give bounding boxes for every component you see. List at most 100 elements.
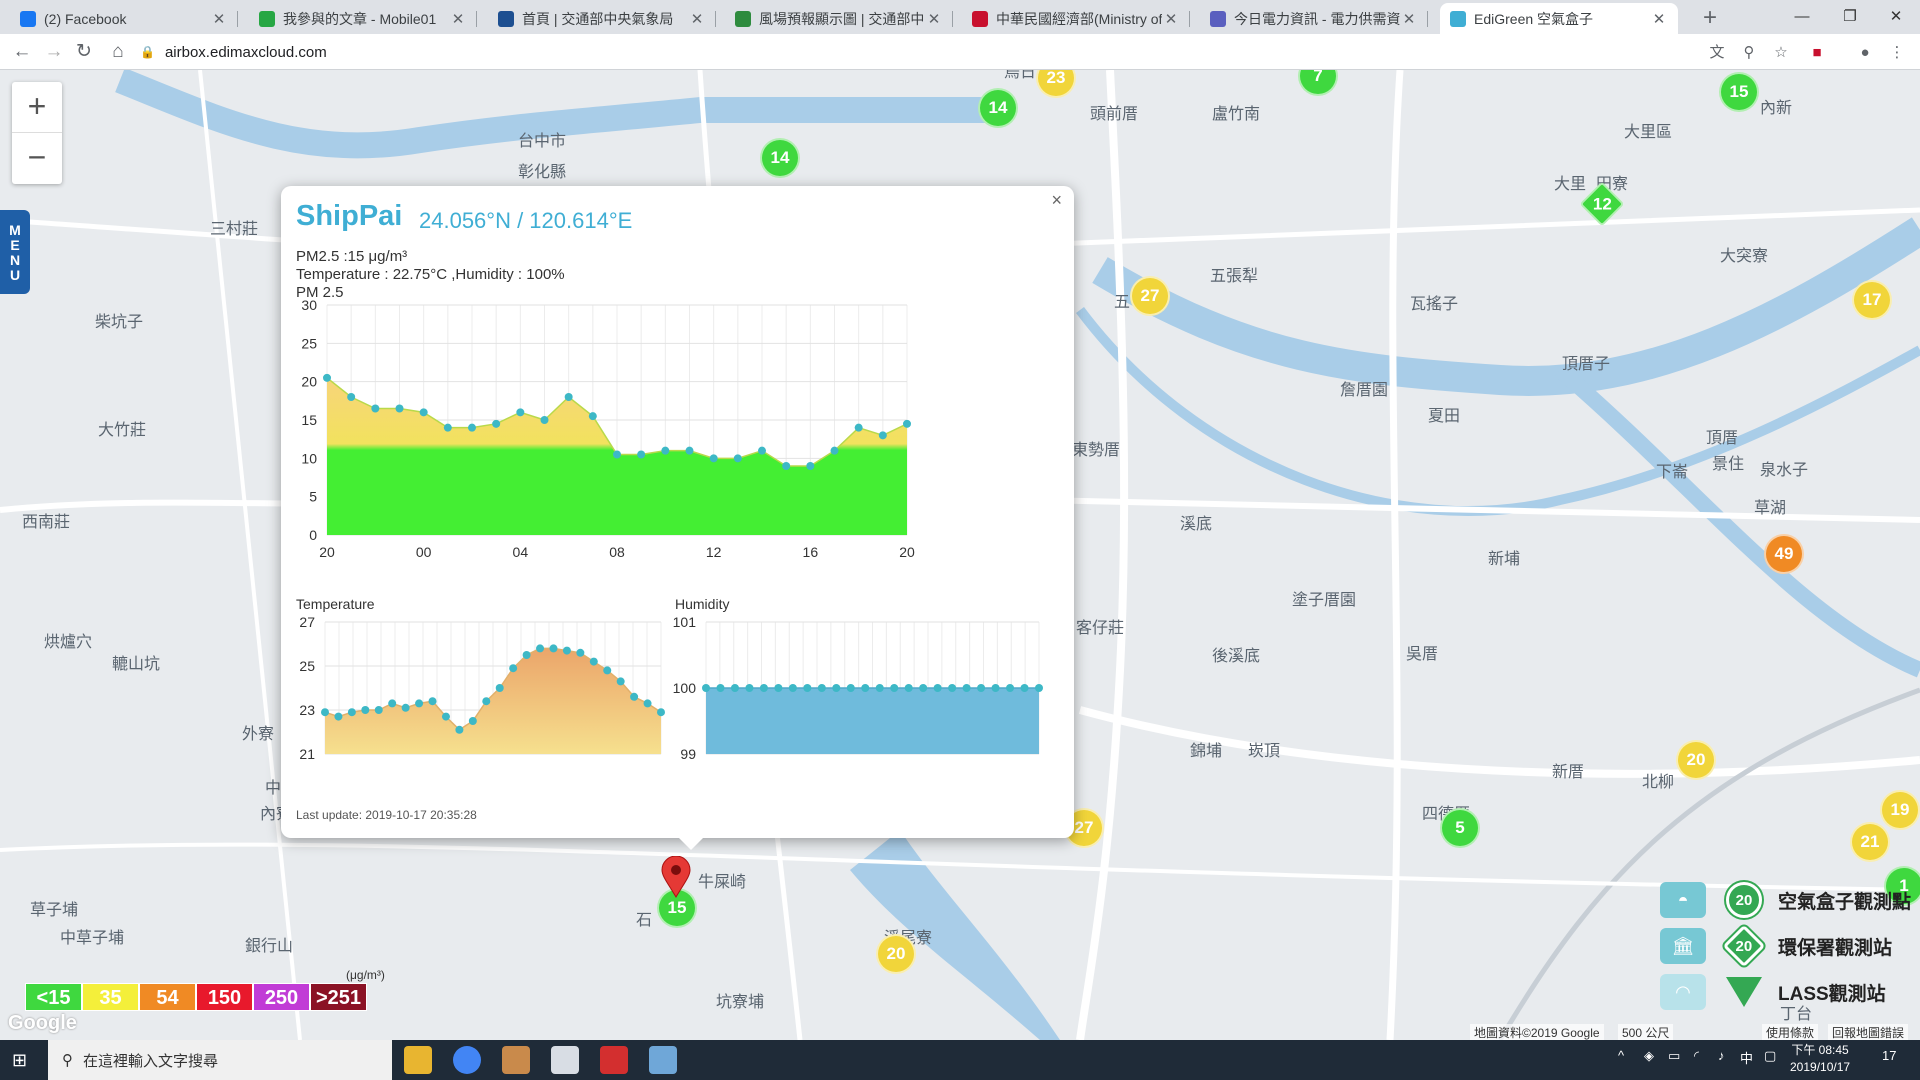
station-marker[interactable]: 17 [1852,280,1892,320]
data-point[interactable] [709,454,718,463]
data-point[interactable] [745,684,754,692]
popup-close-button[interactable]: × [1051,190,1062,211]
extension-icon[interactable]: ■ [1806,42,1828,64]
data-point[interactable] [1020,684,1029,692]
data-point[interactable] [371,404,380,413]
tab-close-icon[interactable]: ✕ [688,10,706,28]
data-point[interactable] [455,725,464,734]
browser-tab-4[interactable]: 中華民國經濟部(Ministry of Eco...✕ [962,3,1190,34]
data-point[interactable] [395,404,404,413]
chrome-icon[interactable] [453,1046,481,1074]
location-pin-icon[interactable] [661,855,691,898]
tab-close-icon[interactable]: ✕ [449,10,467,28]
data-point[interactable] [919,684,928,692]
data-point[interactable] [588,412,597,421]
tray-shield-icon[interactable]: ◈ [1644,1048,1654,1064]
app-icon-4[interactable] [649,1046,677,1074]
data-point[interactable] [388,699,397,708]
home-icon[interactable]: ⌂ [104,38,132,66]
station-marker[interactable]: 14 [760,138,800,178]
browser-tab-0[interactable]: (2) Facebook ✕ [10,3,238,34]
tab-close-icon[interactable]: ✕ [1162,10,1180,28]
forward-icon[interactable]: → [40,38,68,66]
station-marker[interactable]: 19 [1880,790,1920,830]
data-point[interactable] [861,684,870,692]
station-marker[interactable]: 21 [1850,822,1890,862]
system-clock[interactable]: 下午 08:45 2019/10/17 [1790,1042,1850,1076]
browser-tab-6[interactable]: EdiGreen 空氣盒子 ✕ [1440,3,1678,34]
data-point[interactable] [661,446,670,455]
data-point[interactable] [702,684,710,692]
data-point[interactable] [509,664,518,673]
data-point[interactable] [603,666,612,675]
tab-close-icon[interactable]: ✕ [1650,10,1668,28]
data-point[interactable] [347,393,356,401]
station-marker[interactable]: 15 [1719,72,1759,112]
data-point[interactable] [991,684,1000,692]
browser-tab-5[interactable]: 今日電力資訊 - 電力供需資訊 - 台...✕ [1200,3,1428,34]
zoom-in-button[interactable]: + [12,82,62,133]
data-point[interactable] [832,684,841,692]
data-point[interactable] [522,651,531,659]
data-point[interactable] [806,462,815,470]
tray-volume-icon[interactable]: ♪ [1718,1048,1725,1063]
data-point[interactable] [904,684,913,692]
data-point[interactable] [361,706,370,714]
bookmark-star-icon[interactable]: ☆ [1770,42,1792,64]
data-point[interactable] [468,423,476,432]
menu-button[interactable]: MENU [0,210,30,294]
station-marker[interactable]: 14 [978,88,1018,128]
data-point[interactable] [733,454,742,463]
browser-tab-1[interactable]: 我參與的文章 - Mobile01 ✕ [249,3,477,34]
tab-close-icon[interactable]: ✕ [210,10,228,28]
data-point[interactable] [759,684,768,692]
terms-link[interactable]: 使用條款 [1762,1024,1819,1041]
data-point[interactable] [495,684,504,692]
data-point[interactable] [492,419,501,428]
zoom-icon[interactable]: ⚲ [1738,42,1760,64]
data-point[interactable] [758,446,766,455]
data-point[interactable] [643,699,652,708]
data-point[interactable] [803,684,812,692]
taskbar-search[interactable]: ⚲ 在這裡輸入文字搜尋 [48,1040,392,1080]
data-point[interactable] [562,646,571,655]
tray-network-icon[interactable]: ◜ [1694,1048,1699,1064]
windows-start-icon[interactable]: ⊞ [12,1050,27,1071]
data-point[interactable] [589,657,598,666]
data-point[interactable] [716,684,725,692]
data-point[interactable] [630,692,639,701]
data-point[interactable] [854,423,863,432]
data-point[interactable] [321,708,329,717]
data-point[interactable] [685,446,694,455]
data-point[interactable] [637,450,646,459]
data-point[interactable] [536,644,545,653]
data-point[interactable] [1035,684,1043,692]
reload-icon[interactable]: ↻ [70,38,98,66]
data-point[interactable] [468,717,477,725]
station-marker[interactable]: 27 [1130,276,1170,316]
data-point[interactable] [482,697,491,706]
data-point[interactable] [516,408,525,417]
zoom-out-button[interactable]: − [12,133,62,184]
station-marker[interactable]: 20 [1676,740,1716,780]
address-bar[interactable]: 🔒 airbox.edimaxcloud.com [140,40,1720,64]
data-point[interactable] [374,706,383,714]
data-point[interactable] [576,648,585,657]
data-point[interactable] [933,684,942,692]
profile-icon[interactable]: ● [1854,42,1876,64]
data-point[interactable] [730,684,739,692]
data-point[interactable] [875,684,884,692]
data-point[interactable] [977,684,986,692]
station-marker[interactable]: 20 [876,934,916,974]
ime-mode-icon[interactable]: ▢ [1764,1048,1776,1064]
data-point[interactable] [415,699,424,708]
data-point[interactable] [347,708,356,717]
report-error-link[interactable]: 回報地圖錯誤 [1828,1024,1909,1041]
data-point[interactable] [878,431,887,440]
station-marker[interactable]: 49 [1764,534,1804,574]
data-point[interactable] [774,684,783,692]
new-tab-button[interactable]: + [1695,4,1725,32]
notification-icon[interactable]: 17 [1882,1048,1896,1063]
data-point[interactable] [401,703,410,712]
data-point[interactable] [613,450,621,459]
